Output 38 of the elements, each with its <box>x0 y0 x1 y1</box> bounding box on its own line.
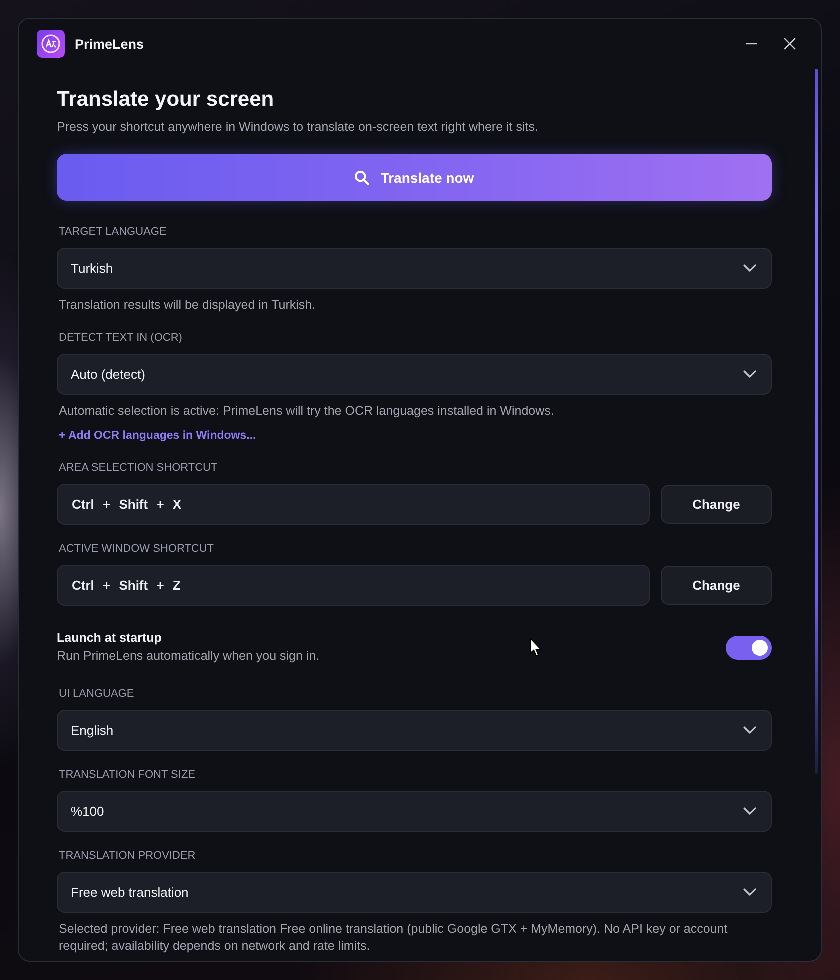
translate-now-button[interactable]: Translate now <box>57 154 772 201</box>
app-title: PrimeLens <box>75 36 144 52</box>
page-heading: Translate your screen <box>57 87 276 113</box>
field-label: AREA SELECTION SHORTCUT <box>58 461 219 476</box>
dropdown-select[interactable]: Turkish <box>57 248 772 289</box>
help-text: Translation results will be displayed in Turkish. <box>58 297 317 314</box>
field-label: TRANSLATION FONT SIZE <box>58 768 196 783</box>
dropdown-select[interactable]: %100 <box>57 791 772 832</box>
search-icon <box>354 170 369 184</box>
help-text: Selected provider: Free web translation Free online translation (public Google GTX + MyMemory). No API key or account required; availability depends on network and rate limits. <box>58 921 729 955</box>
chevron-down-icon <box>744 265 756 272</box>
mouse-pointer-icon <box>530 638 542 657</box>
close-icon <box>784 38 796 50</box>
chevron-down-icon <box>744 371 756 378</box>
field-label: TRANSLATION PROVIDER <box>58 849 197 864</box>
field-label: UI LANGUAGE <box>58 687 136 702</box>
chevron-down-icon <box>744 808 756 815</box>
app-logo-icon <box>37 30 65 58</box>
setting-title: Launch at startup <box>57 630 162 646</box>
chevron-down-icon <box>744 727 756 734</box>
help-text: Automatic selection is active: PrimeLens will try the OCR languages installed in Windows. <box>58 403 556 420</box>
change-button[interactable]: Change <box>661 485 772 524</box>
dropdown-select[interactable]: Free web translation <box>57 872 772 913</box>
setting-description: Run PrimeLens automatically when you sign in. <box>57 648 320 665</box>
shortcut-field[interactable]: Ctrl + Shift + Z <box>57 565 650 606</box>
change-button[interactable]: Change <box>661 566 772 605</box>
startup-toggle[interactable] <box>726 636 772 660</box>
field-label: TARGET LANGUAGE <box>58 225 168 240</box>
minimize-icon <box>746 43 756 45</box>
field-label: DETECT TEXT IN (OCR) <box>58 331 184 346</box>
dropdown-select[interactable]: Auto (detect) <box>57 354 772 395</box>
shortcut-field[interactable]: Ctrl + Shift + X <box>57 484 650 525</box>
page-subtitle: Press your shortcut anywhere in Windows to translate on-screen text right where it sits. <box>57 119 540 136</box>
chevron-down-icon <box>744 889 756 896</box>
add-languages-link[interactable]: + Add OCR languages in Windows... <box>59 428 256 444</box>
field-label: ACTIVE WINDOW SHORTCUT <box>58 542 216 557</box>
dropdown-select[interactable]: English <box>57 710 772 751</box>
scrollbar-thumb[interactable] <box>815 69 818 774</box>
